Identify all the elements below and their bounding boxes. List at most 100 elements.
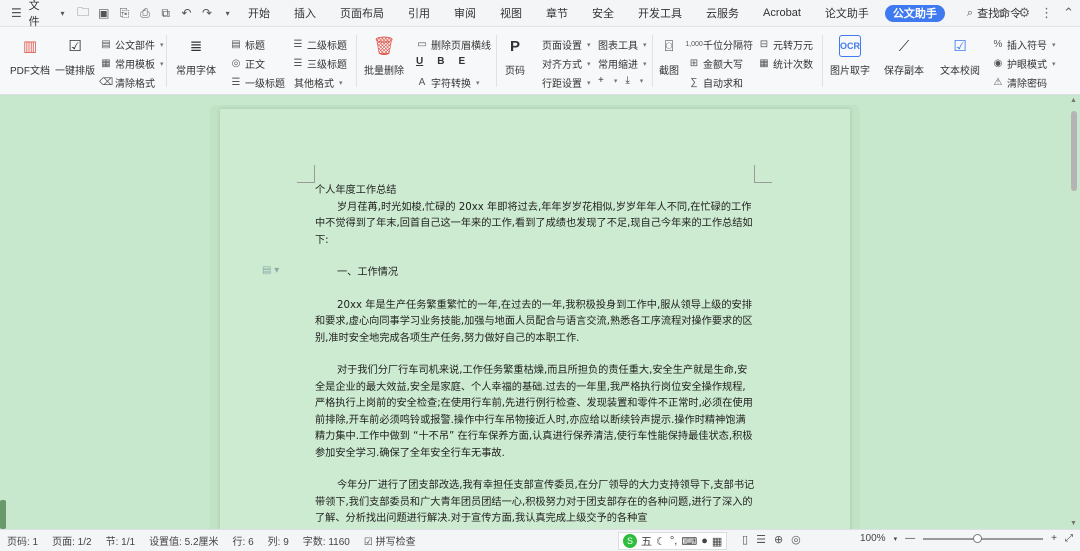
screenshot-button[interactable]: ⌼ 截图 <box>658 35 680 78</box>
tab-security[interactable]: 安全 <box>580 0 626 27</box>
yuan-to-wan-button[interactable]: ⊟ 元转万元 <box>758 37 813 52</box>
strikethrough-icon[interactable]: E <box>458 56 465 67</box>
status-page-number[interactable]: 页码: 1 <box>0 533 45 548</box>
paragraph-handle-icon[interactable]: ▤ ▾ <box>262 265 279 276</box>
title-style-button[interactable]: ▤ 标题 <box>230 37 265 52</box>
title-style-label: 标题 <box>245 41 265 52</box>
ime-mode[interactable]: 五 <box>641 533 652 549</box>
tab-references[interactable]: 引用 <box>396 0 442 27</box>
download-icon[interactable]: ⤓ <box>625 75 629 86</box>
tab-developer[interactable]: 开发工具 <box>626 0 694 27</box>
more-icon[interactable]: ⋮ <box>1040 5 1053 21</box>
grid-icon[interactable]: ▦ <box>712 535 722 548</box>
zoom-slider-knob[interactable] <box>973 533 983 543</box>
reading-view-icon[interactable]: ◎ <box>791 533 801 546</box>
page-setup-button[interactable]: 页面设置 ▾ <box>542 37 591 52</box>
trash-icon: 🗑 <box>372 35 396 56</box>
redo-icon[interactable]: ↷ <box>199 5 216 22</box>
punctuation-icon[interactable]: °, <box>670 535 677 547</box>
tab-chapter[interactable]: 章节 <box>534 0 580 27</box>
level1-title-button[interactable]: ☰ 一级标题 <box>230 75 285 90</box>
common-template-button[interactable]: ▦ 常用模板 ▾ <box>100 56 163 71</box>
zoom-in-icon[interactable]: + <box>1051 533 1057 544</box>
tab-paper-assistant[interactable]: 论文助手 <box>813 0 881 27</box>
common-font-button[interactable]: ≣ 常用字体 <box>176 35 216 77</box>
chart-tools-button[interactable]: 图表工具 ▾ <box>598 37 647 52</box>
print-preview-icon[interactable]: ⧉ <box>157 5 174 22</box>
underline-icon[interactable]: U <box>416 56 423 67</box>
line-spacing-button[interactable]: 行距设置 ▾ <box>542 75 591 90</box>
menu-icon[interactable]: ☰ <box>8 5 25 22</box>
document-page[interactable]: ▤ ▾ 个人年度工作总结 岁月荏苒,时光如梭,忙碌的 20xx 年即将过去,年年… <box>220 109 850 529</box>
page-number-label: 页码 <box>505 66 525 77</box>
zoom-slider[interactable] <box>923 533 1044 543</box>
clear-format-button[interactable]: ⌫ 清除格式 <box>99 75 155 90</box>
clear-password-button[interactable]: ⚠ 清除密码 <box>992 75 1047 90</box>
ocr-button[interactable]: OCR 图片取字 <box>830 35 870 77</box>
spell-check-button[interactable]: ☑ 拼写检查 <box>357 533 423 548</box>
status-pages[interactable]: 页面: 1/2 <box>45 533 98 548</box>
other-format-button[interactable]: 其他格式 ▾ <box>294 75 343 90</box>
tab-cloud[interactable]: 云服务 <box>694 0 751 27</box>
document-body[interactable]: 个人年度工作总结 岁月荏苒,时光如梭,忙碌的 20xx 年即将过去,年年岁岁花相… <box>315 183 755 528</box>
body-style-button[interactable]: ◎ 正文 <box>230 56 265 71</box>
collapse-icon[interactable]: ⌃ <box>1063 5 1074 21</box>
keyboard-icon[interactable]: ⌨ <box>681 535 697 548</box>
web-view-icon[interactable]: ⊕ <box>774 533 783 546</box>
tab-review[interactable]: 审阅 <box>442 0 488 27</box>
level3-title-button[interactable]: ☰ 三级标题 <box>292 56 347 71</box>
text-proof-button[interactable]: ☑ 文本校阅 <box>940 35 980 77</box>
one-click-layout-button[interactable]: ☑ 一键排版 <box>55 35 95 77</box>
align-mode-button[interactable]: 对齐方式 ▾ <box>542 56 591 71</box>
thousand-separator-button[interactable]: 1,000 千位分隔符 <box>685 37 753 52</box>
undo-icon[interactable]: ↶ <box>178 5 195 22</box>
zoom-value[interactable]: 100% <box>860 533 886 544</box>
chevron-down-icon[interactable]: ▾ <box>894 535 898 543</box>
page-number-button[interactable]: P 页码 <box>504 35 526 78</box>
scroll-thumb[interactable] <box>1071 111 1077 191</box>
gear-icon[interactable]: ⚙ <box>1018 5 1030 21</box>
insert-symbol-button[interactable]: % 插入符号 ▾ <box>992 37 1056 52</box>
bold-icon[interactable]: B <box>437 56 444 67</box>
save-copy-button[interactable]: ⟋ 保存副本 <box>884 35 924 78</box>
doc-parts-button[interactable]: ▤ 公文部件 ▾ <box>100 37 163 52</box>
tab-home[interactable]: 开始 <box>236 0 282 27</box>
stat-icon: ▦ <box>759 58 769 69</box>
scroll-down-icon[interactable]: ▼ <box>1070 520 1077 527</box>
document-canvas[interactable]: ▤ ▾ 个人年度工作总结 岁月荏苒,时光如梭,忙碌的 20xx 年即将过去,年年… <box>0 95 1080 529</box>
save-icon[interactable]: ▣ <box>95 5 112 22</box>
tab-acrobat[interactable]: Acrobat <box>751 0 813 27</box>
user-icon[interactable]: ● <box>701 535 708 547</box>
tab-view[interactable]: 视图 <box>488 0 534 27</box>
tab-insert[interactable]: 插入 <box>282 0 328 27</box>
print-icon[interactable]: ⎙ <box>137 5 154 22</box>
amount-uppercase-button[interactable]: ⊞ 金额大写 <box>688 56 743 71</box>
ime-toolbar[interactable]: S 五 ☾ °, ⌨ ● ▦ <box>618 532 728 550</box>
common-indent-button[interactable]: 常用缩进 ▾ <box>598 56 647 71</box>
zoom-out-icon[interactable]: — <box>905 533 915 544</box>
feedback-icon[interactable]: ☺ <box>995 5 1008 21</box>
tab-page-layout[interactable]: 页面布局 <box>328 0 396 27</box>
delete-header-line-button[interactable]: ▭ 删除页眉横线 <box>416 37 491 52</box>
chevron-down-icon[interactable]: ▾ <box>219 5 236 22</box>
fullscreen-icon[interactable]: ⤢ <box>1065 533 1073 544</box>
scroll-up-icon[interactable]: ▲ <box>1070 97 1077 104</box>
char-convert-button[interactable]: A 字符转换 ▾ <box>416 75 480 90</box>
eye-mode-button[interactable]: ◉ 护眼模式 ▾ <box>992 56 1056 71</box>
plus-icon[interactable]: + <box>598 75 604 86</box>
page-view-icon[interactable]: ▯ <box>742 533 748 546</box>
file-menu-label[interactable]: 文件 <box>29 0 51 29</box>
vertical-scrollbar[interactable]: ▲ ▼ <box>1068 95 1080 529</box>
folder-icon[interactable]: 🗀 <box>75 5 92 22</box>
moon-icon[interactable]: ☾ <box>656 535 666 548</box>
level2-title-button[interactable]: ☰ 二级标题 <box>292 37 347 52</box>
pdf-doc-button[interactable]: ▥ PDF文档 <box>10 35 50 77</box>
chevron-down-icon[interactable]: ▾ <box>54 5 71 22</box>
export-pdf-icon[interactable]: ⎘ <box>116 5 133 22</box>
outline-view-icon[interactable]: ☰ <box>756 533 766 546</box>
tab-document-assistant[interactable]: 公文助手 <box>884 4 945 22</box>
auto-sum-button[interactable]: ∑ 自动求和 <box>688 75 743 90</box>
batch-delete-button[interactable]: 🗑 批量删除 <box>364 35 404 78</box>
status-word-count[interactable]: 字数: 1160 <box>296 533 357 548</box>
stat-count-button[interactable]: ▦ 统计次数 <box>758 56 813 71</box>
